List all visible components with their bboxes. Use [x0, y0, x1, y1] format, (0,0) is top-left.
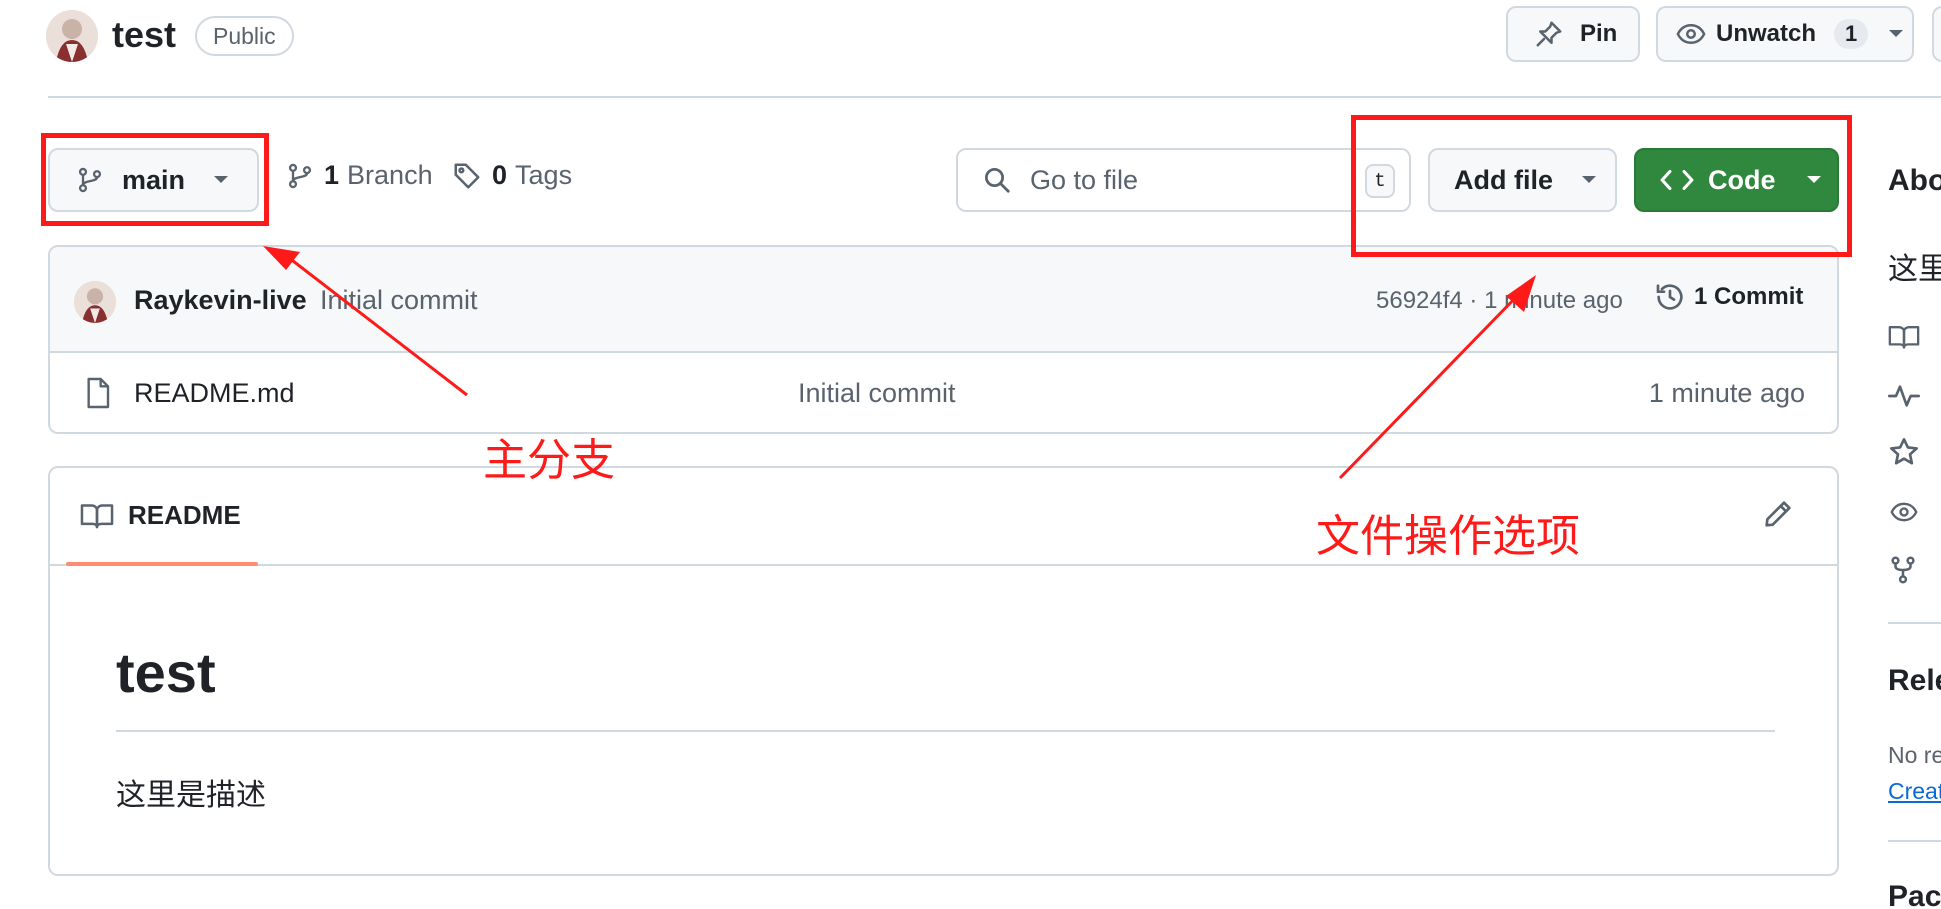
branch-annotation: 主分支 [483, 435, 615, 486]
file-ops-annotation: 文件操作选项 [1316, 511, 1580, 562]
file-ops-arrowhead [1506, 275, 1536, 312]
annotation-arrows [263, 246, 1536, 480]
file-ops-arrow [1338, 291, 1522, 480]
branch-arrowhead [263, 246, 300, 270]
branch-arrow [283, 252, 468, 397]
